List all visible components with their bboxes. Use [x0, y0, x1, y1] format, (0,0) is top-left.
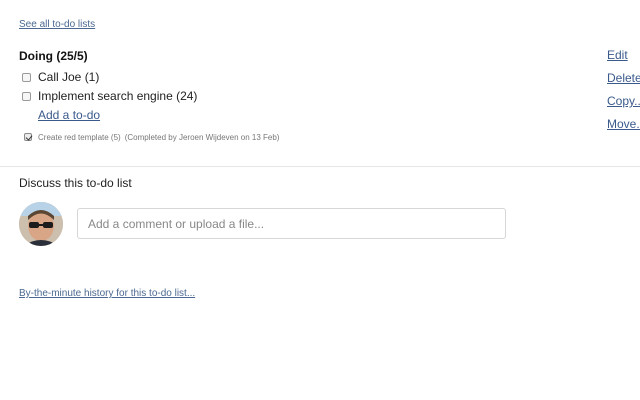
comment-box[interactable]	[77, 208, 506, 239]
add-todo-link[interactable]: Add a to-do	[38, 108, 100, 122]
delete-link[interactable]: Delete	[607, 71, 640, 85]
discussion-title: Discuss this to-do list	[19, 176, 132, 190]
copy-link[interactable]: Copy...	[607, 94, 640, 108]
todo-checkbox[interactable]	[22, 72, 31, 82]
todo-item[interactable]: Implement search engine (24)	[22, 88, 197, 104]
todo-item[interactable]: Call Joe (1)	[22, 69, 99, 85]
move-link[interactable]: Move...	[607, 117, 640, 131]
comment-input[interactable]	[78, 209, 505, 238]
completed-todo-item[interactable]: Create red template (5) (Completed by Je…	[24, 131, 279, 143]
completed-todo-checkbox[interactable]	[24, 133, 32, 141]
todo-item-label[interactable]: Implement search engine (24)	[38, 89, 197, 103]
todo-checkbox[interactable]	[22, 91, 31, 101]
see-all-todo-lists-link[interactable]: See all to-do lists	[19, 19, 95, 30]
completed-todo-meta: (Completed by Jeroen Wijdeven on 13 Feb)	[124, 132, 280, 142]
todo-item-label[interactable]: Call Joe (1)	[38, 70, 99, 84]
history-link[interactable]: By-the-minute history for this to-do lis…	[19, 288, 195, 299]
completed-todo-label[interactable]: Create red template (5)	[38, 133, 121, 142]
avatar	[19, 202, 63, 246]
todo-list-title: Doing (25/5)	[19, 49, 88, 63]
edit-link[interactable]: Edit	[607, 48, 628, 62]
section-divider	[0, 166, 640, 167]
